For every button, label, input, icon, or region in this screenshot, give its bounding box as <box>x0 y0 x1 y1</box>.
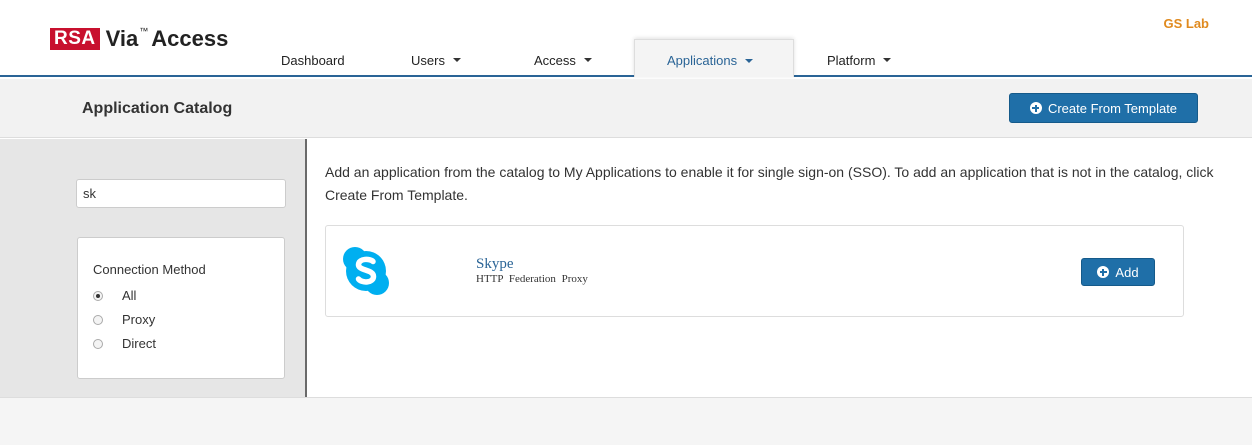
footer <box>0 397 1252 445</box>
radio-button-checked[interactable] <box>93 290 103 301</box>
org-name[interactable]: GS Lab <box>1163 16 1209 31</box>
radio-proxy[interactable]: Proxy <box>93 312 155 327</box>
plus-circle-icon <box>1029 102 1042 114</box>
search-input[interactable] <box>76 179 286 208</box>
radio-direct[interactable]: Direct <box>93 336 156 351</box>
rsa-via-access-logo[interactable]: RSA Via™ Access <box>50 26 228 52</box>
nav-users[interactable]: Users <box>361 39 484 77</box>
radio-label: Proxy <box>122 312 156 327</box>
app-name[interactable]: Skype <box>476 256 514 273</box>
chevron-down-icon <box>883 58 892 62</box>
radio-all[interactable]: All <box>93 288 136 303</box>
nav-applications[interactable]: Applications <box>634 39 794 77</box>
skype-logo-icon <box>343 247 389 295</box>
app-card: Skype HTTP Federation Proxy Add <box>325 225 1184 317</box>
nav-dashboard[interactable]: Dashboard <box>262 39 361 77</box>
logo-product-name: Via <box>105 26 139 51</box>
radio-button[interactable] <box>93 338 103 349</box>
top-navbar: RSA Via™ Access GS Lab Dashboard Users Ac… <box>0 0 1252 77</box>
nav-platform-label: Platform <box>827 52 876 68</box>
nav-access-label: Access <box>534 52 576 68</box>
app-types: HTTP Federation Proxy <box>476 273 588 285</box>
nav-dashboard-label: Dashboard <box>281 52 345 68</box>
intro-text: Add an application from the catalog to M… <box>325 164 1214 203</box>
filter-title: Connection Method <box>93 262 206 277</box>
chevron-down-icon <box>745 58 754 63</box>
logo-brand: RSA <box>50 28 100 50</box>
radio-label: All <box>122 288 137 303</box>
connection-method-filter: Connection Method All Proxy Direct <box>77 237 285 379</box>
nav-platform[interactable]: Platform <box>794 39 934 77</box>
nav-users-label: Users <box>411 52 445 68</box>
create-from-template-button[interactable]: Create From Template <box>1009 93 1198 123</box>
page-header: Application Catalog Create From Template <box>0 79 1252 138</box>
logo-trademark: ™ <box>139 26 149 36</box>
add-button[interactable]: Add <box>1081 258 1155 286</box>
main-nav: Dashboard Users Access Applications Plat… <box>262 39 934 77</box>
logo-product: Via™ Access <box>106 26 229 52</box>
radio-button[interactable] <box>93 314 103 325</box>
radio-label: Direct <box>122 336 156 351</box>
add-button-label: Add <box>1115 264 1139 280</box>
nav-applications-label: Applications <box>667 53 738 68</box>
logo-product-suffix: Access <box>151 26 229 51</box>
plus-circle-icon <box>1097 266 1110 278</box>
create-from-template-label: Create From Template <box>1047 100 1178 116</box>
nav-access[interactable]: Access <box>484 39 634 77</box>
page-title: Application Catalog <box>82 100 233 117</box>
chevron-down-icon <box>452 58 461 62</box>
chevron-down-icon <box>583 58 592 62</box>
catalog-content: Add an application from the catalog to M… <box>307 139 1252 397</box>
